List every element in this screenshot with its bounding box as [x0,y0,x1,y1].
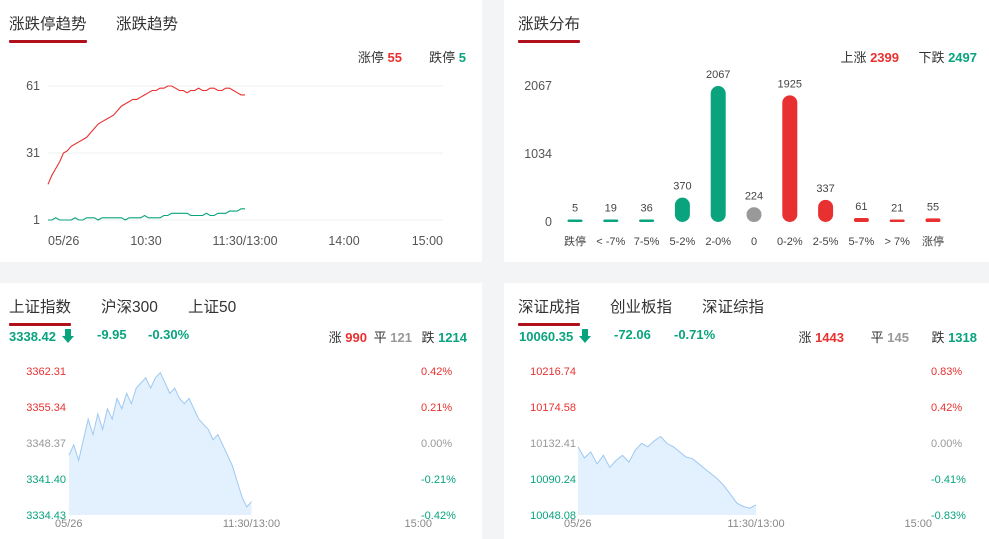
bar-value-label: 19 [605,203,617,215]
y-tick-label: 1 [33,213,40,227]
distribution-bar [710,86,726,222]
y-tick-label: 10216.74 [530,366,576,378]
x-tick-label: 15:00 [404,518,432,530]
distribution-bar [889,219,905,222]
bar-value-label: 61 [855,201,867,213]
distribution-bar [782,95,798,222]
pct-tick-label: 0.83% [931,366,962,378]
bar-value-label: 2067 [706,69,730,81]
pct-tick-label: 0.42% [931,402,962,414]
bar-value-label: 55 [927,201,939,213]
bar-value-label: 5 [572,203,578,215]
category-label: 涨停 [922,234,944,248]
distribution-bar [603,219,619,222]
bar-value-label: 21 [891,203,903,215]
distribution-bar [567,219,583,222]
sz-index-panel: 深证成指 创业板指 深证综指 10060.35 -72.06 -0.71% 涨 … [504,283,989,539]
distribution-bar-chart: 2067 1034 0 5 跌停 19 < -7% 36 7-5% 370 5-2% 2067 2-0%… [524,69,944,248]
y-tick-label: 31 [26,146,40,160]
category-label: 5-7% [849,236,875,248]
category-label: 2-5% [813,236,839,248]
y-tick-label: 3362.31 [26,366,66,378]
y-tick-label: 0 [545,215,552,229]
category-label: < -7% [596,236,625,248]
bar-value-label: 1925 [778,78,802,90]
sz-intraday-chart: 10216.74 0.83% 10174.58 0.42% 10132.41 0.00% 1… [530,366,966,530]
pct-tick-label: 0.21% [421,402,452,414]
y-tick-label: 10132.41 [530,438,576,450]
y-tick-label: 3341.40 [26,474,66,486]
category-label: 0-2% [777,236,803,248]
distribution-bar [853,217,869,222]
pct-tick-label: 0.00% [931,438,962,450]
distribution-bar [639,219,655,222]
x-tick-label: 05/26 [564,518,592,530]
category-label: 0 [751,236,757,248]
x-tick-label: 10:30 [130,234,161,248]
limit-trend-chart: 61 31 1 05/26 10:30 11:30/13:00 14:00 15:00 [26,79,443,248]
x-tick-label: 15:00 [904,518,932,530]
x-tick-label: 05/26 [48,234,79,248]
sh-index-panel: 上证指数 沪深300 上证50 3338.42 -9.95 -0.30% 涨 9… [0,283,482,539]
category-label: 5-2% [670,236,696,248]
distribution-bar [925,218,941,222]
pct-tick-label: -0.83% [931,510,966,522]
bar-value-label: 36 [640,203,652,215]
distribution-bar [674,197,690,222]
series-line [48,208,245,221]
x-tick-label: 11:30/13:00 [727,518,784,530]
x-tick-label: 14:00 [328,234,359,248]
y-tick-label: 61 [26,79,40,93]
sh-intraday-chart: 3362.31 0.42% 3355.34 0.21% 3348.37 0.00% 3341… [26,366,456,530]
pct-tick-label: 0.42% [421,366,452,378]
x-tick-label: 11:30/13:00 [212,234,277,248]
distribution-bar [818,199,834,222]
category-label: 2-0% [705,236,731,248]
pct-tick-label: -0.41% [931,474,966,486]
y-tick-label: 10174.58 [530,402,576,414]
updown-distribution-panel: 涨跌分布 上涨 2399 下跌 2497 2067 1034 0 5 跌停 19 < -7%… [504,0,989,262]
x-tick-label: 11:30/13:00 [223,518,280,530]
price-area [578,436,756,515]
y-tick-label: 1034 [524,147,552,161]
x-tick-label: 05/26 [55,518,83,530]
series-line [47,85,245,185]
bar-value-label: 370 [673,181,691,193]
bar-value-label: 337 [816,183,834,195]
category-label: 跌停 [564,234,586,248]
bar-value-label: 224 [745,190,763,202]
distribution-bar [746,207,762,222]
y-tick-label: 2067 [524,79,552,93]
category-label: > 7% [885,236,911,248]
pct-tick-label: -0.21% [421,474,456,486]
y-tick-label: 3348.37 [26,438,66,450]
limit-trend-panel: 涨跌停趋势 涨跌趋势 涨停 55 跌停 5 61 31 1 05/26 10:30 11:… [0,0,482,262]
price-area [69,372,252,515]
category-label: 7-5% [634,236,660,248]
x-tick-label: 15:00 [412,234,443,248]
pct-tick-label: 0.00% [421,438,452,450]
y-tick-label: 10090.24 [530,474,576,486]
y-tick-label: 3355.34 [26,402,66,414]
